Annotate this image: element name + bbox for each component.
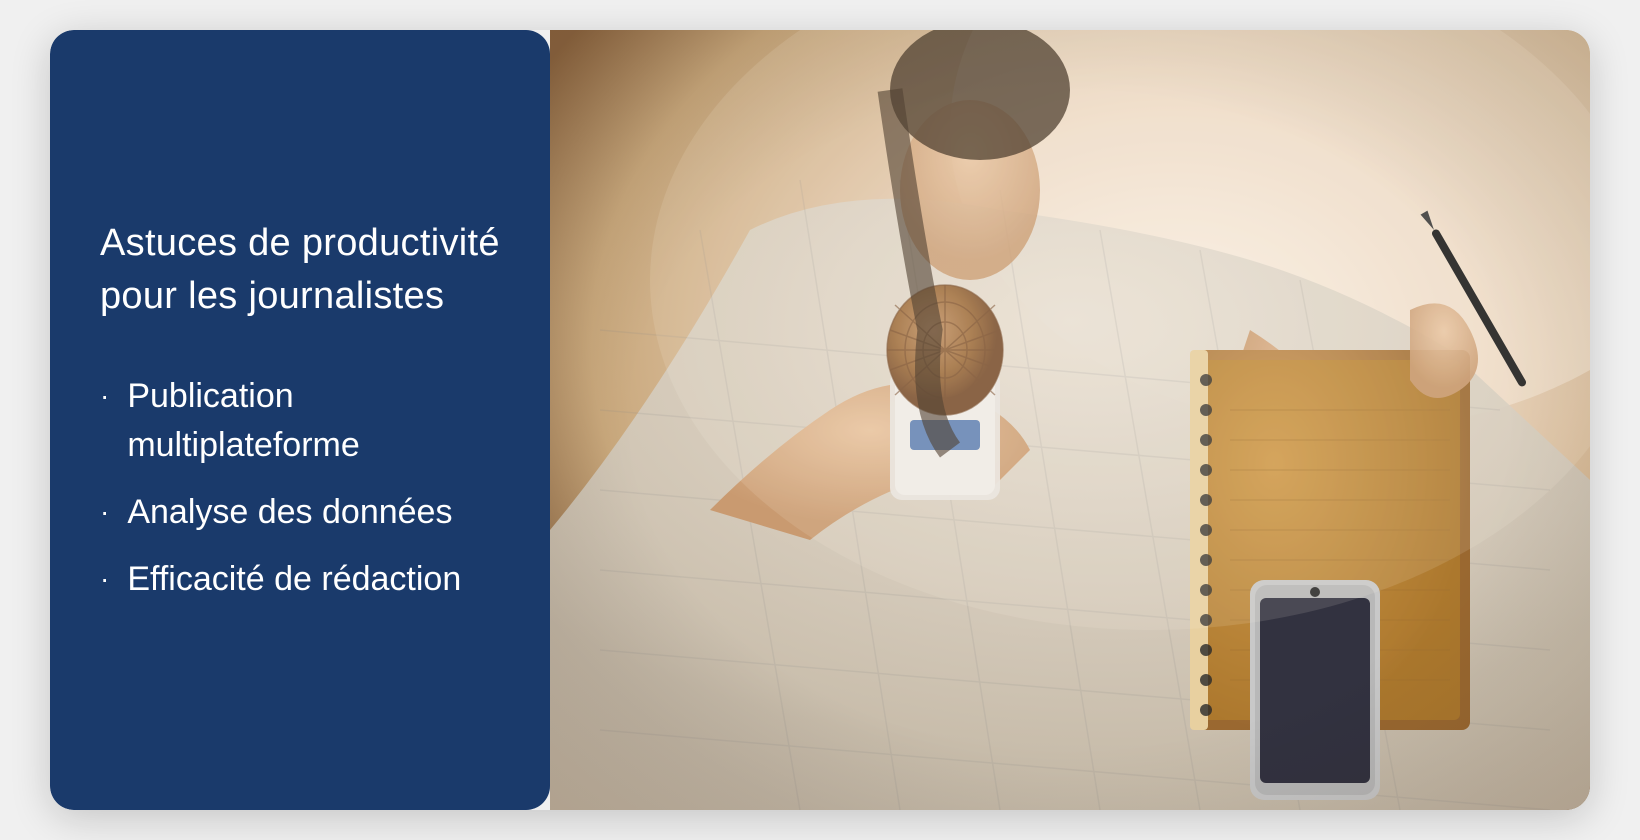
bullet-dot-1: ·: [100, 374, 109, 417]
bullet-text-3: Efficacité de rédaction: [127, 555, 500, 604]
title-line2: pour les journalistes: [100, 275, 444, 317]
bullet-text-2: Analyse des données: [127, 488, 500, 537]
journalist-scene: [550, 30, 1590, 810]
title-line1: Astuces de productivité: [100, 222, 500, 264]
bullet-dot-2: ·: [100, 490, 109, 533]
bullet-text-1: Publication multiplateforme: [127, 372, 500, 471]
bullet-list: · Publication multiplateforme · Analyse …: [100, 372, 500, 623]
bullet-dot-3: ·: [100, 557, 109, 600]
photo-background: [550, 30, 1590, 810]
bullet-item-2: · Analyse des données: [100, 488, 500, 537]
right-panel: [550, 30, 1590, 810]
title-text: Astuces de productivité pour les journal…: [100, 217, 500, 323]
bullet-item-3: · Efficacité de rédaction: [100, 555, 500, 604]
card-container: Astuces de productivité pour les journal…: [50, 30, 1590, 810]
left-panel: Astuces de productivité pour les journal…: [50, 30, 550, 810]
bullet-item-1: · Publication multiplateforme: [100, 372, 500, 471]
